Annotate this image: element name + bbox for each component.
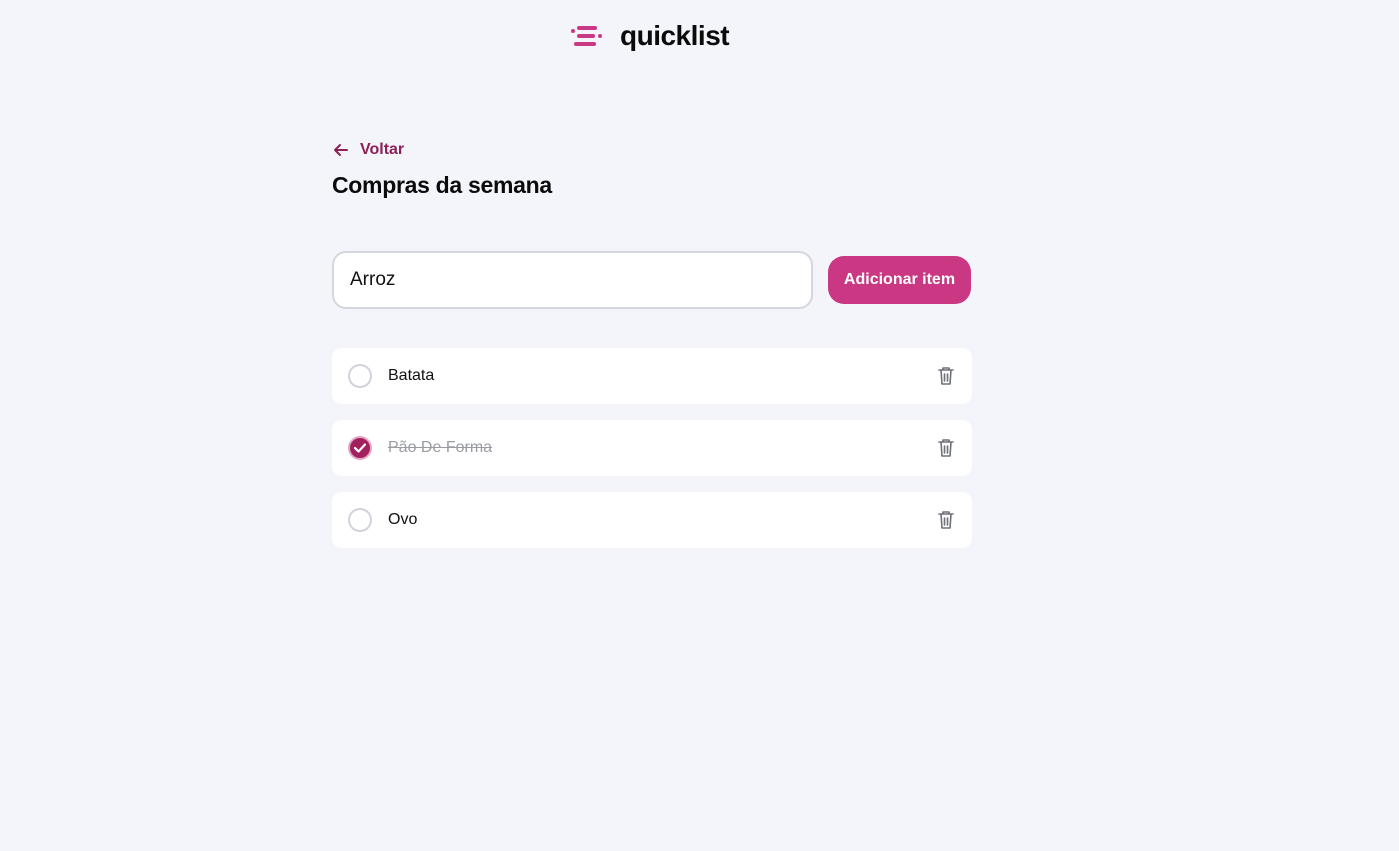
back-link[interactable]: Voltar xyxy=(332,138,422,162)
list-item: Pão De Forma xyxy=(332,420,972,476)
item-checkbox[interactable] xyxy=(348,508,372,532)
item-input[interactable] xyxy=(332,251,813,309)
item-checkbox[interactable] xyxy=(348,364,372,388)
trash-icon[interactable] xyxy=(936,509,956,531)
item-label: Ovo xyxy=(388,511,418,528)
list-item: Ovo xyxy=(332,492,972,548)
item-checkbox-checked[interactable] xyxy=(348,436,372,460)
page-title: Compras da semana xyxy=(332,172,552,198)
item-label: Batata xyxy=(388,367,435,384)
item-label: Pão De Forma xyxy=(388,439,493,456)
list-lines-icon xyxy=(571,23,603,49)
trash-icon[interactable] xyxy=(936,437,956,459)
checkmark-icon xyxy=(353,443,367,453)
back-label: Voltar xyxy=(360,141,405,158)
main-content: Voltar Compras da semana Adicionar item … xyxy=(332,138,972,548)
trash-icon[interactable] xyxy=(936,365,956,387)
arrow-left-icon xyxy=(334,144,348,156)
add-item-form: Adicionar item xyxy=(332,251,972,309)
brand-name: quicklist xyxy=(620,20,730,51)
list-item: Batata xyxy=(332,348,972,404)
item-list: Batata Pão De Forma Ovo xyxy=(332,348,972,564)
app-header: quicklist xyxy=(571,20,730,52)
add-item-button[interactable]: Adicionar item xyxy=(828,256,971,304)
